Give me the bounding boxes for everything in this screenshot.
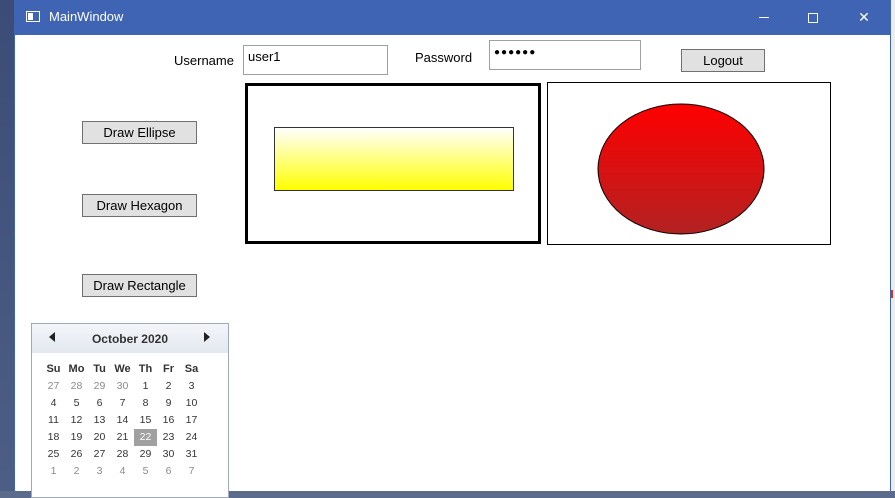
calendar-day[interactable]: 4 — [42, 395, 65, 412]
calendar-day[interactable]: 29 — [88, 378, 111, 395]
window-title: MainWindow — [49, 9, 124, 24]
calendar-day[interactable]: 4 — [111, 463, 134, 480]
calendar-day[interactable]: 9 — [157, 395, 180, 412]
red-ellipse-shape — [597, 103, 765, 235]
calendar-day[interactable]: 6 — [157, 463, 180, 480]
calendar-day[interactable]: 10 — [180, 395, 203, 412]
calendar-day[interactable]: 1 — [134, 378, 157, 395]
calendar-day[interactable]: 12 — [65, 412, 88, 429]
calendar-day[interactable]: 1 — [42, 463, 65, 480]
calendar-weekday-header: Sa — [184, 363, 199, 375]
close-icon: ✕ — [858, 9, 870, 26]
maximize-icon — [808, 12, 818, 23]
calendar-day[interactable]: 11 — [42, 412, 65, 429]
calendar-grid: Su Mo Tu We Th Fr Sa 27 28 29 30 1 2 3 4 5 6 7 8 9 10 11 12 13 1… — [42, 361, 203, 480]
calendar-weekday-header: Su — [46, 363, 61, 375]
calendar-day[interactable]: 19 — [65, 429, 88, 446]
calendar-day[interactable]: 21 — [111, 429, 134, 446]
calendar-day[interactable]: 7 — [180, 463, 203, 480]
calendar-day[interactable]: 28 — [65, 378, 88, 395]
window-app-icon — [26, 11, 40, 22]
calendar-day[interactable]: 6 — [88, 395, 111, 412]
calendar-day[interactable]: 5 — [65, 395, 88, 412]
calendar-next-icon[interactable] — [204, 332, 210, 342]
calendar-day[interactable]: 15 — [134, 412, 157, 429]
maximize-button[interactable] — [790, 0, 836, 35]
minimize-icon — [759, 17, 769, 18]
calendar-month-title[interactable]: October 2020 — [32, 332, 228, 346]
calendar-day[interactable]: 2 — [157, 378, 180, 395]
minimize-button[interactable] — [741, 0, 787, 35]
main-window: MainWindow ✕ Username user1 Password ●●●… — [14, 0, 891, 498]
title-bar[interactable]: MainWindow ✕ — [15, 0, 890, 35]
close-button[interactable]: ✕ — [841, 0, 887, 35]
logout-button[interactable]: Logout — [681, 49, 765, 72]
calendar-weekday-header: Fr — [163, 363, 174, 375]
password-label: Password — [415, 50, 473, 65]
calendar-day[interactable]: 28 — [111, 446, 134, 463]
calendar-day[interactable]: 27 — [42, 378, 65, 395]
calendar-day[interactable]: 16 — [157, 412, 180, 429]
calendar: October 2020 Su Mo Tu We Th Fr Sa 27 28 29 30 1 2 3 4 5… — [31, 323, 229, 498]
calendar-day[interactable]: 31 — [180, 446, 203, 463]
rectangle-canvas — [245, 83, 541, 244]
calendar-day[interactable]: 17 — [180, 412, 203, 429]
password-input[interactable]: ●●●●●● — [489, 40, 641, 70]
draw-hexagon-button[interactable]: Draw Hexagon — [82, 194, 197, 217]
calendar-day[interactable]: 29 — [134, 446, 157, 463]
draw-rectangle-button[interactable]: Draw Rectangle — [82, 274, 197, 297]
calendar-header: October 2020 — [32, 324, 228, 353]
calendar-day[interactable]: 2 — [65, 463, 88, 480]
calendar-day[interactable]: 24 — [180, 429, 203, 446]
calendar-day[interactable]: 7 — [111, 395, 134, 412]
calendar-day[interactable]: 14 — [111, 412, 134, 429]
calendar-day[interactable]: 3 — [88, 463, 111, 480]
calendar-weekday-header: Tu — [93, 363, 106, 375]
username-input[interactable]: user1 — [243, 45, 388, 75]
calendar-weekday-header: Mo — [68, 363, 85, 375]
calendar-day[interactable]: 8 — [134, 395, 157, 412]
calendar-day[interactable]: 13 — [88, 412, 111, 429]
draw-ellipse-button[interactable]: Draw Ellipse — [82, 121, 197, 144]
calendar-day[interactable]: 30 — [111, 378, 134, 395]
yellow-rectangle-shape — [274, 127, 514, 191]
calendar-day[interactable]: 20 — [88, 429, 111, 446]
ellipse-svg — [597, 103, 765, 235]
calendar-day[interactable]: 5 — [134, 463, 157, 480]
calendar-day[interactable]: 30 — [157, 446, 180, 463]
background-desktop-left — [0, 0, 14, 491]
username-label: Username — [174, 53, 234, 68]
calendar-day[interactable]: 26 — [65, 446, 88, 463]
calendar-day[interactable]: 27 — [88, 446, 111, 463]
calendar-day[interactable]: 3 — [180, 378, 203, 395]
calendar-day[interactable]: 25 — [42, 446, 65, 463]
calendar-weekday-header: Th — [138, 363, 153, 375]
calendar-day[interactable]: 18 — [42, 429, 65, 446]
ellipse-canvas — [547, 82, 831, 245]
calendar-day[interactable]: 23 — [157, 429, 180, 446]
calendar-weekday-header: We — [114, 363, 131, 375]
calendar-day[interactable]: 22 — [134, 429, 157, 446]
